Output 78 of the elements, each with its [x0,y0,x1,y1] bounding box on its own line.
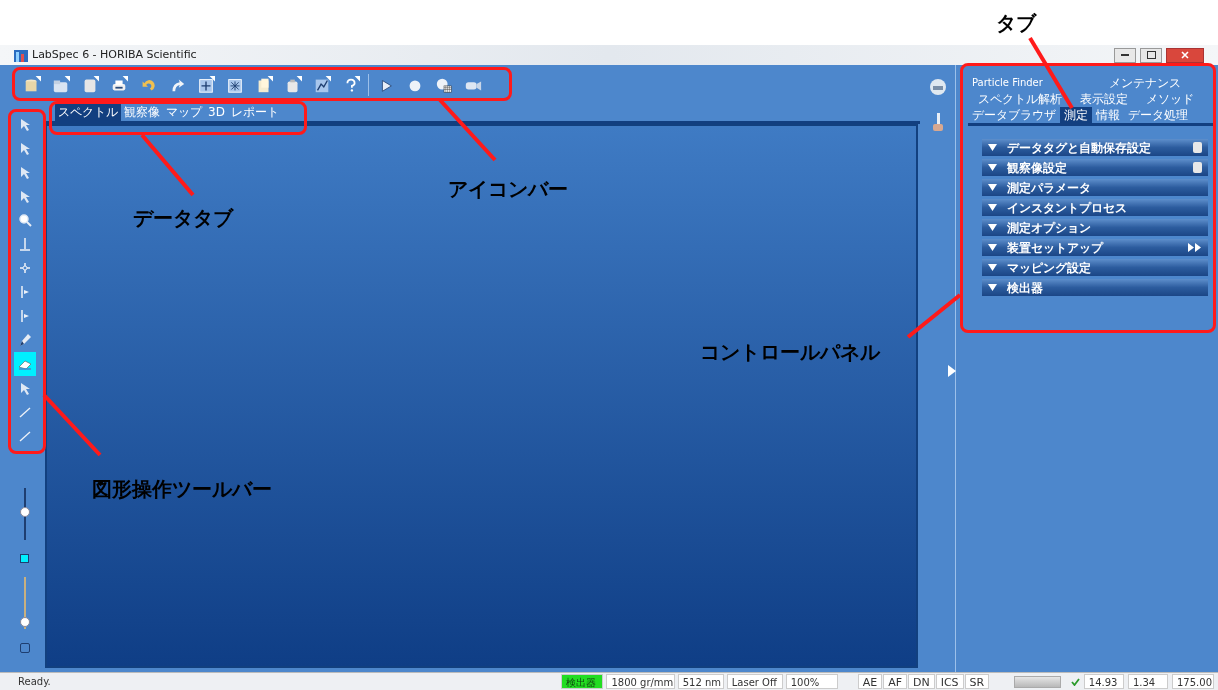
annotation-label: データタブ [133,205,233,232]
close-button[interactable] [1166,47,1204,63]
panel-tab[interactable]: データブラウザ [968,107,1060,123]
status-field: 検出器 [561,674,604,689]
status-flag: SR [964,674,990,689]
data-tab[interactable]: 観察像 [121,104,163,121]
leader-line [41,392,103,458]
status-message: Ready. [17,675,52,689]
checkbox[interactable] [19,643,30,653]
annotation-label: アイコンバー [448,176,568,203]
window-title: LabSpec 6 - HORIBA Scientific [32,46,197,63]
status-field: 512 nm [677,674,724,689]
status-flag: AF [883,674,907,689]
collapse-triangle-icon [988,204,997,211]
minimize-button[interactable] [1114,47,1136,63]
collapse-triangle-icon [988,164,997,171]
status-reading: 14.93 [1083,674,1124,689]
close-icon [1181,51,1189,59]
maximize-button[interactable] [1140,47,1162,63]
leader-line [139,132,196,198]
status-field: 1800 gr/mm [606,674,675,689]
panel-tab[interactable]: データ処理 [1124,107,1192,123]
note-icon [1193,162,1202,173]
color-swatch[interactable] [20,554,29,563]
slider-thumb[interactable] [19,616,30,627]
data-tab[interactable]: レポート [227,104,282,121]
tool-button[interactable] [13,352,36,376]
crosshair-icon [197,76,215,94]
leader-line [905,292,963,340]
status-reading: 175.00 [1172,674,1214,689]
data-tab[interactable]: マップ [163,104,205,121]
double-arrow-icon [1188,243,1202,252]
slider-thumb[interactable] [19,506,30,517]
minimize-icon [1121,53,1129,57]
collapse-triangle-icon [988,224,997,231]
panel-tab[interactable]: Particle Finder [968,75,1047,91]
maximize-icon [1146,51,1156,59]
section-header[interactable]: 検出器 [982,279,1208,296]
panel-tab[interactable]: メソッド [1142,91,1198,107]
collapse-triangle-icon [988,284,997,291]
joystick-icon [931,112,944,132]
section-header[interactable]: 装置セットアップ [982,239,1208,256]
status-field: 100% [785,674,838,689]
status-field: Laser Off [726,674,783,689]
data-tab[interactable]: スペクトル [55,104,121,121]
status-reading: 1.34 [1127,674,1168,689]
section-header[interactable]: 観察像設定 [982,159,1208,176]
panel-tab[interactable]: 測定 [1060,107,1092,123]
section-header[interactable]: 測定オプション [982,219,1208,236]
folder-icon [52,76,70,94]
app-icon [14,48,28,62]
collapse-triangle-icon [988,244,997,251]
section-header[interactable]: 測定パラメータ [982,179,1208,196]
panel-tab[interactable]: スペクトル解析 [974,91,1066,107]
collapse-triangle-icon [988,264,997,271]
panel-tab[interactable]: 情報 [1092,107,1124,123]
section-header[interactable]: データタグと自動保存設定 [982,139,1208,156]
panel-tab[interactable]: 表示設定 [1076,91,1132,107]
status-flag: DN [908,674,935,689]
panel-tab[interactable]: メンテナンス [1104,75,1185,91]
data-tab[interactable]: 3D [205,104,228,121]
check-icon [1071,677,1080,686]
section-header[interactable]: マッピング設定 [982,259,1208,276]
section-header[interactable]: インスタントプロセス [982,199,1208,216]
note-icon [1193,142,1202,153]
collapse-triangle-icon [988,144,997,151]
status-flag: AE [857,674,883,689]
sphere-grid-icon [435,76,453,94]
annotation-label: 図形操作ツールバー [92,476,272,503]
chart-icon [313,76,331,94]
annotation-label: コントロールパネル [700,339,880,366]
cylinder-icon [23,76,41,94]
magnifier-icon [16,212,33,228]
annotation-label: タブ [996,10,1036,37]
asterisk-icon [226,76,244,94]
status-flag: ICS [935,674,964,689]
expand-arrow-icon [948,365,956,377]
collapse-triangle-icon [988,184,997,191]
